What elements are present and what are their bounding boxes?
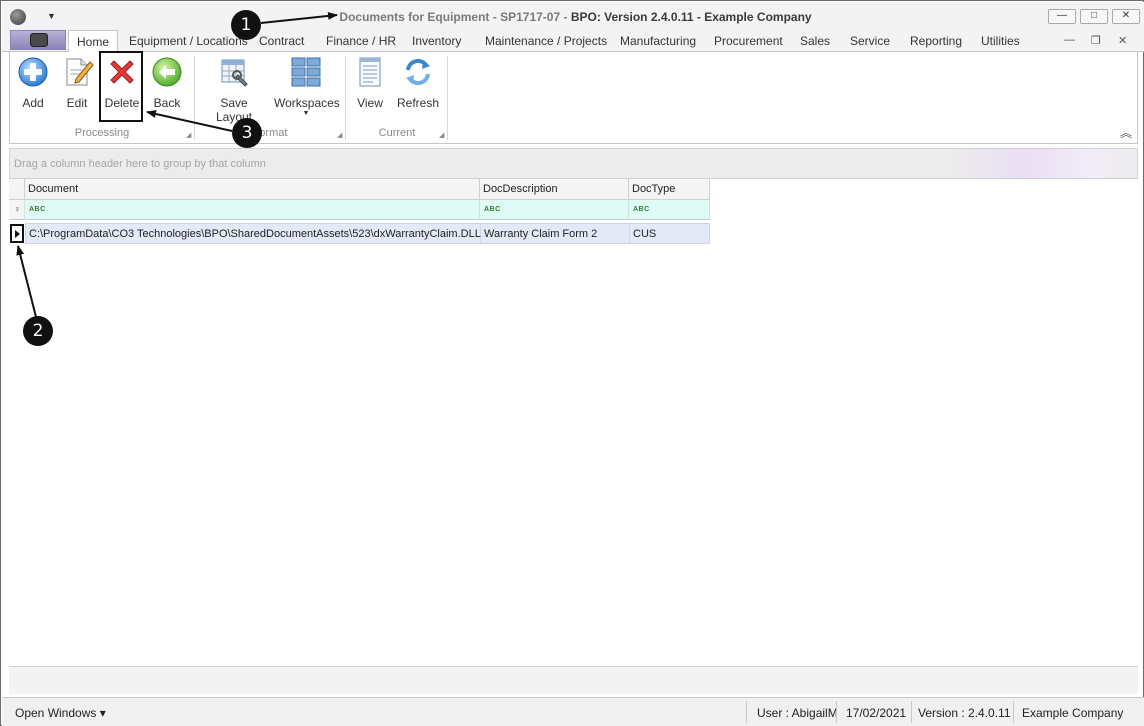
- window-title-context: Documents for Equipment - SP1717-07 -: [339, 10, 571, 24]
- add-button-label: Add: [22, 96, 44, 110]
- status-divider: [1013, 701, 1014, 723]
- current-launcher-icon[interactable]: ◢: [439, 131, 444, 139]
- refresh-button-label: Refresh: [396, 96, 440, 110]
- group-label-format: Format: [252, 127, 288, 139]
- refresh-button[interactable]: Refresh: [396, 56, 440, 110]
- edit-button[interactable]: Edit: [62, 56, 94, 110]
- tab-utilities[interactable]: Utilities: [981, 34, 1020, 48]
- text-filter-icon: ABC: [484, 206, 501, 213]
- tab-maintenance-projects[interactable]: Maintenance / Projects: [485, 34, 607, 48]
- filter-docdescription[interactable]: ABC: [480, 200, 629, 220]
- back-arrow-icon: [151, 56, 183, 88]
- status-company: Example Company: [1022, 706, 1124, 720]
- group-by-hint: Drag a column header here to group by th…: [14, 158, 266, 170]
- column-header-doctype[interactable]: DocType: [629, 179, 710, 200]
- filter-document[interactable]: ABC: [25, 200, 480, 220]
- ribbon-panel: Add Edit Delete Back Processing ◢ Save L…: [9, 52, 1138, 144]
- ribbon-minimize-button[interactable]: —: [1064, 34, 1075, 46]
- status-bar: Open Windows ▾ User : AbigailM 17/02/202…: [2, 697, 1144, 726]
- application-window: ▼ Documents for Equipment - SP1717-07 - …: [0, 0, 1144, 726]
- close-button[interactable]: ✕: [1112, 9, 1140, 24]
- collapse-ribbon-icon[interactable]: ︽: [1120, 124, 1132, 141]
- title-bar: ▼ Documents for Equipment - SP1717-07 - …: [2, 2, 1144, 30]
- tab-manufacturing[interactable]: Manufacturing: [620, 34, 696, 48]
- view-document-icon: [354, 56, 386, 88]
- text-filter-icon: ABC: [633, 206, 650, 213]
- callout-badge-1: 1: [231, 10, 261, 40]
- edit-icon: [62, 56, 94, 88]
- status-divider: [746, 701, 747, 723]
- column-header-document[interactable]: Document: [25, 179, 480, 200]
- status-divider: [911, 701, 912, 723]
- status-user: User : AbigailM: [757, 706, 838, 720]
- processing-launcher-icon[interactable]: ◢: [186, 131, 191, 139]
- ribbon-close-button[interactable]: ✕: [1118, 34, 1127, 47]
- back-button[interactable]: Back: [150, 56, 184, 110]
- group-label-processing: Processing: [74, 127, 130, 139]
- tab-sales[interactable]: Sales: [800, 34, 830, 48]
- back-button-label: Back: [153, 96, 181, 110]
- window-title-app: BPO: Version 2.4.0.11 - Example Company: [570, 10, 812, 24]
- tab-service[interactable]: Service: [850, 34, 890, 48]
- text-filter-icon: ABC: [29, 206, 46, 213]
- window-title: Documents for Equipment - SP1717-07 - BP…: [2, 10, 1144, 24]
- workspaces-button-label: Workspaces: [274, 96, 340, 110]
- cell-docdescription[interactable]: Warranty Claim Form 2: [481, 224, 630, 243]
- application-menu-button[interactable]: [10, 30, 66, 50]
- ribbon-restore-button[interactable]: ❐: [1091, 34, 1101, 47]
- tab-inventory[interactable]: Inventory: [412, 34, 461, 48]
- status-version: Version : 2.4.0.11: [918, 706, 1011, 720]
- current-row-arrow-icon: [15, 230, 20, 238]
- row-indicator-header: [9, 179, 25, 200]
- status-divider: [836, 701, 837, 723]
- status-date: 17/02/2021: [846, 706, 907, 720]
- refresh-icon: [402, 56, 434, 88]
- tab-contract[interactable]: Contract: [259, 34, 304, 48]
- tab-equipment-locations[interactable]: Equipment / Locations: [129, 34, 248, 48]
- column-header-docdescription[interactable]: DocDescription: [480, 179, 629, 200]
- callout-badge-3: 3: [232, 118, 262, 148]
- maximize-button[interactable]: □: [1080, 9, 1108, 24]
- minimize-button[interactable]: —: [1048, 9, 1076, 24]
- cell-doctype[interactable]: CUS: [630, 224, 710, 243]
- group-by-panel[interactable]: Drag a column header here to group by th…: [9, 148, 1138, 179]
- open-windows-menu[interactable]: Open Windows ▾: [15, 706, 106, 720]
- group-label-current: Current: [378, 127, 416, 139]
- delete-highlight-box: [99, 51, 143, 122]
- tab-finance-hr[interactable]: Finance / HR: [326, 34, 396, 48]
- edit-button-label: Edit: [66, 96, 88, 110]
- save-layout-icon: [218, 56, 250, 88]
- ribbon-tabs: Home Equipment / Locations Contract Fina…: [2, 30, 1144, 53]
- grid-footer: [9, 666, 1138, 694]
- workspaces-dropdown-icon[interactable]: ▼: [274, 110, 338, 118]
- workspaces-icon: [290, 56, 322, 88]
- view-button[interactable]: View: [353, 56, 387, 110]
- filter-row-indicator: ♀: [9, 200, 25, 220]
- add-icon: [17, 56, 49, 88]
- row-selector[interactable]: [10, 224, 24, 243]
- add-button[interactable]: Add: [16, 56, 50, 110]
- tab-procurement[interactable]: Procurement: [714, 34, 783, 48]
- bpo-logo-icon: [30, 33, 48, 47]
- format-launcher-icon[interactable]: ◢: [337, 131, 342, 139]
- cell-document[interactable]: C:\ProgramData\CO3 Technologies\BPO\Shar…: [26, 224, 481, 243]
- view-button-label: View: [357, 96, 383, 110]
- save-layout-button[interactable]: Save Layout: [202, 56, 266, 124]
- tab-home[interactable]: Home: [68, 30, 119, 53]
- pin-icon: ♀: [14, 204, 21, 214]
- tab-reporting[interactable]: Reporting: [910, 34, 962, 48]
- filter-doctype[interactable]: ABC: [629, 200, 710, 220]
- workspaces-button[interactable]: Workspaces ▼: [274, 56, 340, 118]
- group-divider: [447, 56, 448, 140]
- table-row[interactable]: C:\ProgramData\CO3 Technologies\BPO\Shar…: [25, 223, 710, 244]
- callout-badge-2: 2: [23, 316, 53, 346]
